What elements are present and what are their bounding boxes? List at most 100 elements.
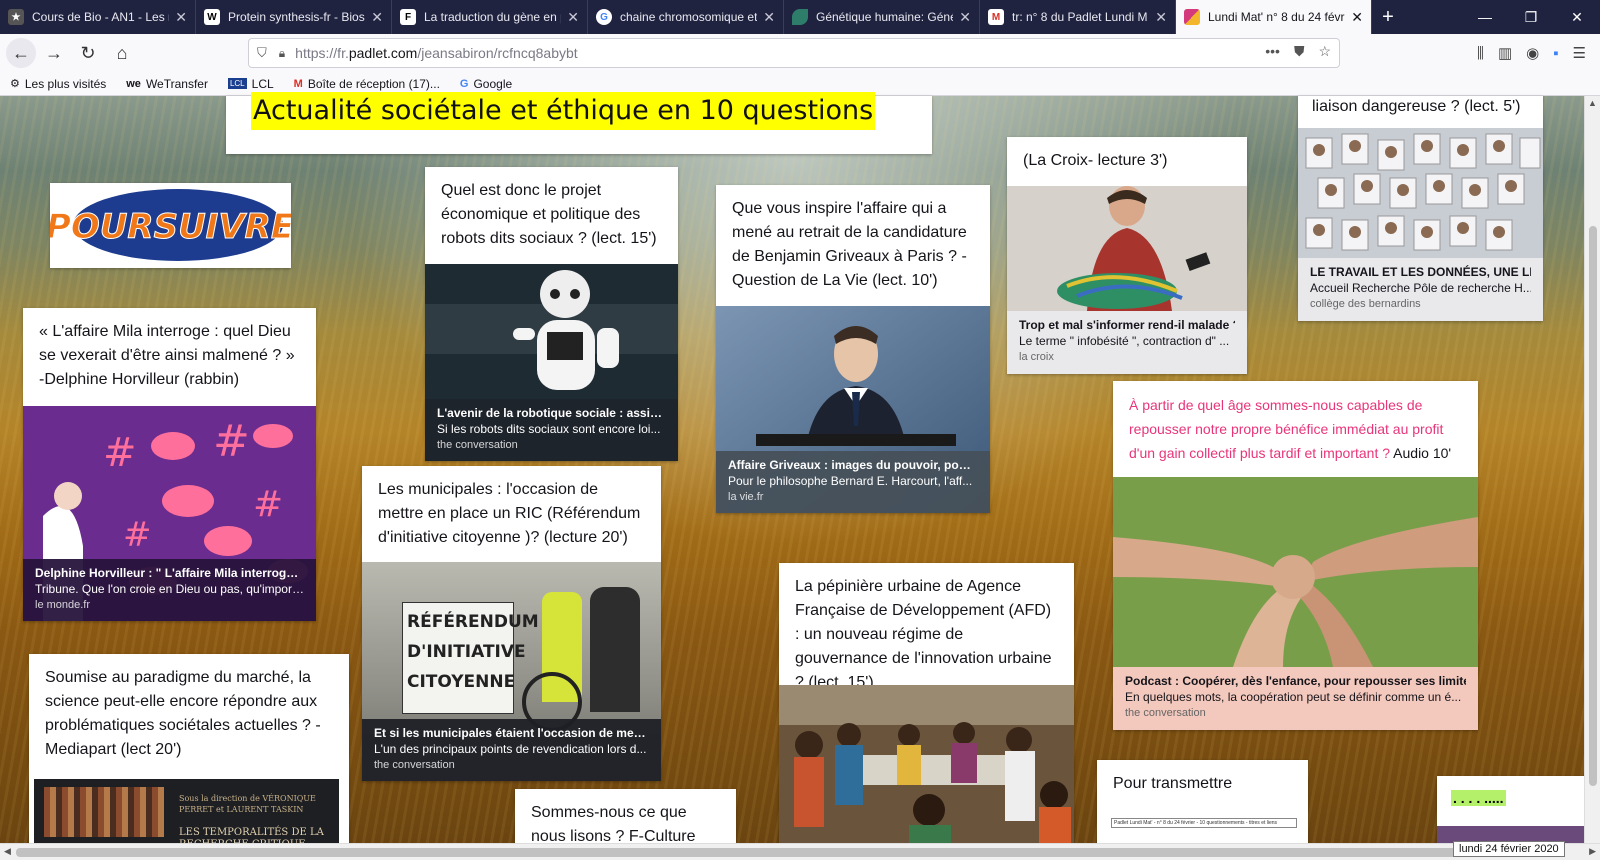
link-preview-mila[interactable]: # # # # Delphine Horvilleur : " L'affair… bbox=[23, 406, 316, 621]
tab-chaine-chromosomique[interactable]: G chaine chromosomique et ✕ bbox=[588, 0, 784, 34]
close-icon[interactable]: ✕ bbox=[567, 9, 579, 26]
padlet-title-card[interactable]: Actualité sociétale et éthique en 10 que… bbox=[226, 92, 932, 154]
bookmark-lcl[interactable]: LCL LCL bbox=[227, 77, 274, 91]
back-arrow-icon[interactable]: ← bbox=[6, 38, 36, 68]
extension-icon[interactable]: ▪ bbox=[1553, 45, 1558, 62]
card-cooperer[interactable]: À partir de quel âge sommes-nous capable… bbox=[1113, 381, 1478, 730]
svg-text:#: # bbox=[253, 484, 283, 525]
tab-genetique-humaine[interactable]: Génétique humaine: Géné ✕ bbox=[784, 0, 980, 34]
link-source: la croix bbox=[1019, 351, 1054, 363]
link-caption[interactable]: Trop et mal s'informer rend-il malade ? … bbox=[1007, 311, 1247, 374]
card-title: Soumise au paradigme du marché, la scien… bbox=[45, 669, 321, 758]
card-afd[interactable]: La pépinière urbaine de Agence Française… bbox=[779, 563, 1074, 849]
reload-icon[interactable]: ↻ bbox=[72, 37, 104, 69]
card-title: Que vous inspire l'affaire qui a mené au… bbox=[732, 200, 967, 289]
card-title: Sommes-nous ce que nous lisons ? F-Cultu… bbox=[531, 804, 696, 845]
close-icon[interactable]: ✕ bbox=[1351, 9, 1363, 26]
poursuivre-logo-card[interactable]: POURSUIVRE bbox=[50, 183, 291, 268]
link-description: En quelques mots, la coopération peut se… bbox=[1125, 690, 1462, 704]
close-icon[interactable]: ✕ bbox=[763, 9, 775, 26]
link-description: Pour le philosophe Bernard E. Harcourt, … bbox=[728, 474, 973, 488]
url-path: /jeansabiron/rcfncq8abybt bbox=[417, 45, 578, 61]
ric-sign: RÉFÉRENDUM D'INITIATIVE CITOYENNE bbox=[402, 602, 539, 714]
navigation-toolbar: ← → ↻ ⌂ ⛉ 🔒︎ https://fr. padlet.com/jeans… bbox=[0, 34, 1600, 72]
page-actions-icon[interactable]: ••• bbox=[1265, 43, 1280, 60]
tab-label: Génétique humaine: Géné bbox=[816, 10, 954, 24]
card-title: (La Croix- lecture 3') bbox=[1023, 152, 1168, 169]
card-title: Les municipales : l'occasion de mettre e… bbox=[378, 481, 641, 546]
tab-protein-synthesis[interactable]: W Protein synthesis-fr - Bios ✕ bbox=[196, 0, 392, 34]
link-caption: Delphine Horvilleur : " L'affaire Mila i… bbox=[23, 559, 316, 621]
new-tab-button[interactable]: + bbox=[1372, 0, 1404, 34]
window-close-icon[interactable]: ✕ bbox=[1554, 0, 1600, 34]
link-caption: Affaire Griveaux : images du pouvoir, po… bbox=[716, 451, 990, 513]
close-icon[interactable]: ✕ bbox=[371, 9, 383, 26]
card-dots[interactable]: . . . . ..... bbox=[1437, 776, 1584, 850]
link-source: le monde.fr bbox=[35, 599, 91, 611]
address-bar[interactable]: ⛉ 🔒︎ https://fr. padlet.com/jeansabiron/r… bbox=[248, 38, 1340, 68]
link-title: Trop et mal s'informer rend-il malade ? bbox=[1019, 318, 1235, 332]
link-title: Et si les municipales étaient l'occasion… bbox=[374, 726, 649, 740]
bookmark-inbox[interactable]: M Boîte de réception (17)... bbox=[294, 77, 440, 91]
close-icon[interactable]: ✕ bbox=[1155, 9, 1167, 26]
card-title: . . . . ..... bbox=[1451, 790, 1506, 806]
account-icon[interactable]: ◉ bbox=[1526, 44, 1539, 62]
vertical-scrollbar[interactable]: ▲ bbox=[1584, 96, 1600, 843]
forward-arrow-icon[interactable]: → bbox=[38, 37, 70, 69]
link-preview-griveaux[interactable]: Affaire Griveaux : images du pouvoir, po… bbox=[716, 306, 990, 513]
home-icon[interactable]: ⌂ bbox=[106, 37, 138, 69]
padlet-title: Actualité sociétale et éthique en 10 que… bbox=[251, 92, 876, 130]
star-icon[interactable]: ☆ bbox=[1318, 43, 1331, 60]
window-controls: — ❐ ✕ bbox=[1462, 0, 1600, 34]
pocket-icon[interactable]: ⛊ bbox=[1294, 43, 1305, 60]
link-caption[interactable]: Podcast : Coopérer, dès l'enfance, pour … bbox=[1113, 667, 1478, 730]
card-mila[interactable]: « L'affaire Mila interroge : quel Dieu s… bbox=[23, 308, 316, 621]
google-icon: G bbox=[459, 77, 469, 90]
card-culture[interactable]: Sommes-nous ce que nous lisons ? F-Cultu… bbox=[515, 789, 736, 849]
bookmark-label: Boîte de réception (17)... bbox=[307, 76, 440, 91]
bookmark-label: Google bbox=[473, 76, 513, 91]
link-source: the conversation bbox=[437, 439, 518, 451]
scroll-thumb[interactable] bbox=[1589, 226, 1597, 786]
card-science[interactable]: Soumise au paradigme du marché, la scien… bbox=[29, 654, 349, 854]
menu-icon[interactable]: ☰ bbox=[1573, 44, 1586, 62]
bookmark-most-visited[interactable]: ⚙ Les plus visités bbox=[10, 77, 106, 91]
link-caption: L'avenir de la robotique sociale : assis… bbox=[425, 399, 678, 461]
restore-icon[interactable]: ❐ bbox=[1508, 0, 1554, 34]
tab-gmail-padlet[interactable]: M tr: n° 8 du Padlet Lundi M ✕ bbox=[980, 0, 1176, 34]
card-travail[interactable]: liaison dangereuse ? (lect. 5') LE TRAVA… bbox=[1298, 96, 1543, 321]
scroll-right-icon[interactable]: ▶ bbox=[1589, 846, 1596, 857]
close-icon[interactable]: ✕ bbox=[175, 9, 187, 26]
scroll-left-icon[interactable]: ◀ bbox=[4, 846, 11, 857]
tab-label: Protein synthesis-fr - Bios bbox=[228, 10, 365, 24]
card-ric[interactable]: Les municipales : l'occasion de mettre e… bbox=[362, 466, 661, 781]
close-icon[interactable]: ✕ bbox=[959, 9, 971, 26]
bookmark-label: WeTransfer bbox=[145, 76, 208, 91]
bookmark-wetransfer[interactable]: we WeTransfer bbox=[126, 77, 208, 91]
link-caption[interactable]: LE TRAVAIL ET LES DONNÉES, UNE LI... Acc… bbox=[1298, 258, 1543, 321]
link-preview-robots[interactable]: L'avenir de la robotique sociale : assis… bbox=[425, 264, 678, 461]
bookmark-google[interactable]: G Google bbox=[460, 77, 512, 91]
link-preview-ric[interactable]: RÉFÉRENDUM D'INITIATIVE CITOYENNE Et si … bbox=[362, 562, 661, 781]
gmail-icon: M bbox=[988, 9, 1004, 25]
card-robots[interactable]: Quel est donc le projet économique et po… bbox=[425, 167, 678, 461]
card-title: À partir de quel âge sommes-nous capable… bbox=[1113, 381, 1478, 477]
url-domain: padlet.com bbox=[348, 45, 418, 61]
card-lacroix[interactable]: (La Croix- lecture 3') Trop et mal s'inf… bbox=[1007, 137, 1247, 374]
tab-lundi-mat-active[interactable]: Lundi Mat' n° 8 du 24 févri ✕ bbox=[1176, 0, 1372, 34]
card-transmettre[interactable]: Pour transmettre Padlet Lundi Mat' - n° … bbox=[1097, 760, 1308, 850]
sidebar-icon[interactable]: ▥ bbox=[1498, 44, 1512, 62]
library-icon[interactable]: ⫼ bbox=[1477, 45, 1484, 62]
card-griveaux[interactable]: Que vous inspire l'affaire qui a mené au… bbox=[716, 185, 990, 513]
minimize-icon[interactable]: — bbox=[1462, 0, 1508, 34]
link-title: LE TRAVAIL ET LES DONNÉES, UNE LI... bbox=[1310, 265, 1531, 279]
tab-traduction-gene[interactable]: F La traduction du gène en p ✕ bbox=[392, 0, 588, 34]
tab-cours-bio[interactable]: ★ Cours de Bio - AN1 - Les n ✕ bbox=[0, 0, 196, 34]
tab-label: La traduction du gène en p bbox=[424, 10, 562, 24]
link-description: Accueil Recherche Pôle de recherche H... bbox=[1310, 281, 1531, 295]
lock-icon[interactable]: 🔒︎ bbox=[279, 46, 285, 61]
scroll-thumb[interactable] bbox=[16, 848, 1556, 857]
shield-icon[interactable]: ⛉ bbox=[257, 45, 267, 61]
scroll-up-icon[interactable]: ▲ bbox=[1588, 98, 1597, 108]
horizontal-scrollbar[interactable]: ◀ ▶ bbox=[0, 843, 1600, 860]
